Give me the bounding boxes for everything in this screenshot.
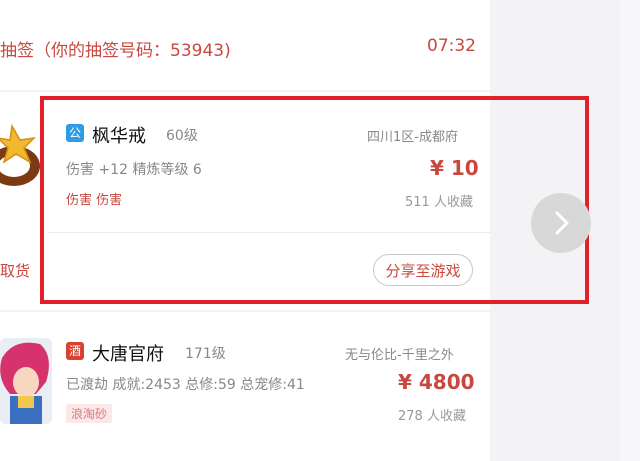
listing-header-card: 抽签（你的抽签号码：53943) 07:32 [0,0,490,90]
character-name: 大唐官府 [92,344,164,365]
character-server: 无与伦比-千里之外 [345,348,454,363]
listing-card-character[interactable]: 酒 大唐官府 171级 无与伦比-千里之外 已渡劫 成就:2453 总修:59 … [0,312,490,461]
character-level: 171级 [185,346,226,362]
lottery-time: 07:32 [427,36,476,56]
highlight-frame [40,96,589,304]
pickup-label: 取货 [0,262,31,280]
character-price: ¥ 4800 [398,370,475,394]
character-favorites: 278 人收藏 [398,409,466,424]
character-tag: 浪淘砂 [66,404,113,423]
chevron-right-icon [555,211,569,235]
character-description: 已渡劫 成就:2453 总修:59 总宠修:41 [66,377,305,393]
character-badge: 酒 [66,342,84,360]
ring-thumbnail [0,116,44,194]
lottery-info: 抽签（你的抽签号码：53943) [0,41,231,61]
next-button[interactable] [531,193,591,253]
side-panel-edge [620,0,640,461]
character-avatar [0,338,52,424]
